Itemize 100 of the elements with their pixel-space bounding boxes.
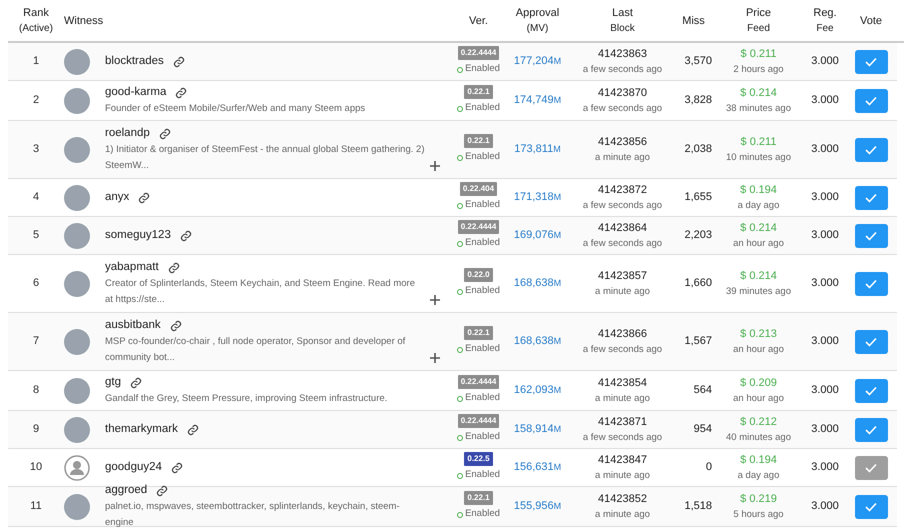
plus-icon[interactable] bbox=[430, 353, 440, 364]
approval-value: 171,318M bbox=[514, 190, 562, 206]
vote-button[interactable] bbox=[854, 272, 888, 296]
price-feed: $ 0.219 bbox=[740, 492, 777, 506]
version-badge: 0.22.0 bbox=[464, 268, 493, 282]
link-icon[interactable] bbox=[172, 56, 185, 68]
vote-button[interactable] bbox=[854, 224, 888, 248]
link-icon[interactable] bbox=[138, 192, 150, 204]
vote-button[interactable] bbox=[854, 138, 888, 162]
rank: 8 bbox=[32, 383, 40, 398]
version-badge: 0.22.5 bbox=[464, 452, 493, 466]
avatar-photo-placeholder bbox=[64, 222, 90, 248]
witness-name[interactable]: goodguy24 bbox=[105, 458, 162, 476]
plus-icon[interactable] bbox=[430, 295, 440, 306]
rank: 9 bbox=[32, 422, 40, 438]
version-badge: 0.22.4444 bbox=[458, 375, 500, 390]
status-label: Enabled bbox=[465, 62, 500, 76]
last-block-time: a minute ago bbox=[595, 468, 650, 482]
last-block-time: a few seconds ago bbox=[582, 102, 662, 116]
witness-name[interactable]: yabapmatt bbox=[105, 258, 159, 276]
witness-name[interactable]: themarkymark bbox=[105, 420, 178, 438]
block-number: 41423871 bbox=[598, 414, 647, 430]
reg-fee: 3.000 bbox=[811, 142, 839, 158]
approval-value: 168,638M bbox=[514, 334, 562, 350]
last-block-time: a few seconds ago bbox=[582, 342, 662, 356]
column-header: Vote bbox=[860, 14, 882, 28]
vote-button[interactable] bbox=[854, 330, 888, 354]
price-feed-time: 38 minutes ago bbox=[726, 102, 791, 116]
block-number: 41423863 bbox=[598, 46, 647, 62]
check-icon bbox=[865, 336, 877, 346]
rank: 6 bbox=[32, 276, 40, 292]
status-label: Enabled bbox=[465, 101, 500, 116]
approval-value: 162,093M bbox=[514, 383, 562, 398]
vote-button[interactable] bbox=[854, 186, 888, 210]
status-label: Enabled bbox=[465, 236, 500, 250]
miss-count: 3,570 bbox=[684, 54, 712, 70]
column-header: Last bbox=[612, 6, 633, 20]
column-subheader: (MV) bbox=[526, 22, 548, 36]
reg-fee: 3.000 bbox=[811, 334, 839, 350]
link-icon[interactable] bbox=[168, 262, 180, 274]
reg-fee: 3.000 bbox=[811, 276, 839, 292]
miss-count: 0 bbox=[706, 460, 712, 476]
miss-count: 1,518 bbox=[684, 499, 712, 514]
witness-name[interactable]: good-karma bbox=[105, 84, 166, 102]
column-header: Price bbox=[746, 6, 772, 20]
witness-description: Founder of eSteem Mobile/Surfer/Web and many Steem apps bbox=[105, 102, 366, 116]
reg-fee: 3.000 bbox=[811, 383, 839, 398]
vote-button[interactable] bbox=[854, 50, 888, 74]
last-block-time: a minute ago bbox=[595, 508, 650, 522]
link-icon[interactable] bbox=[170, 462, 183, 474]
rank: 1 bbox=[32, 54, 40, 70]
link-icon[interactable] bbox=[130, 376, 142, 388]
link-icon[interactable] bbox=[158, 128, 171, 140]
witness-name[interactable]: roelandp bbox=[105, 124, 150, 142]
vote-button[interactable] bbox=[854, 418, 888, 442]
approval-value: 173,811M bbox=[514, 142, 561, 158]
vote-button[interactable] bbox=[854, 456, 888, 480]
witness-name[interactable]: anyx bbox=[105, 188, 130, 206]
rank: 4 bbox=[32, 190, 40, 206]
witness-description: Creator of Splinterlands, Steem Keychain, and Steem Engine. Read more at https://ste... bbox=[105, 277, 416, 308]
vote-button[interactable] bbox=[854, 88, 888, 112]
witness-name[interactable]: someguy123 bbox=[105, 226, 171, 244]
check-icon bbox=[865, 144, 877, 154]
price-feed: $ 0.209 bbox=[740, 376, 777, 390]
witness-name[interactable]: ausbitbank bbox=[105, 316, 161, 334]
link-icon[interactable] bbox=[186, 424, 199, 436]
witness-description: Gandalf the Grey, Steem Pressure, improving Steem infrastructure. bbox=[105, 392, 388, 406]
miss-count: 564 bbox=[694, 383, 712, 398]
price-feed-time: 39 minutes ago bbox=[726, 284, 791, 298]
miss-count: 3,828 bbox=[684, 93, 712, 108]
link-icon[interactable] bbox=[156, 484, 168, 496]
price-feed-time: an hour ago bbox=[733, 342, 784, 356]
reg-fee: 3.000 bbox=[811, 460, 839, 476]
link-icon[interactable] bbox=[175, 86, 188, 98]
plus-icon[interactable] bbox=[430, 161, 440, 172]
price-feed: $ 0.213 bbox=[740, 326, 777, 342]
price-feed-time: 40 minutes ago bbox=[726, 430, 791, 444]
price-feed: $ 0.214 bbox=[740, 86, 777, 100]
check-icon bbox=[865, 192, 877, 202]
avatar-photo-placeholder bbox=[64, 270, 90, 296]
approval-value: 168,638M bbox=[514, 276, 562, 292]
check-icon bbox=[865, 424, 877, 434]
miss-count: 2,203 bbox=[684, 228, 712, 244]
version-badge: 0.22.1 bbox=[464, 326, 493, 340]
witness-name[interactable]: aggroed bbox=[105, 482, 148, 500]
column-subheader: Feed bbox=[747, 22, 770, 36]
last-block-time: a minute ago bbox=[595, 150, 650, 164]
vote-button[interactable] bbox=[854, 378, 888, 402]
check-icon bbox=[865, 230, 877, 240]
column-header: Rank bbox=[23, 6, 49, 20]
approval-value: 174,749M bbox=[514, 93, 562, 108]
column-subheader: Block bbox=[610, 22, 635, 36]
vote-button[interactable] bbox=[854, 494, 888, 518]
approval-value: 158,914M bbox=[514, 422, 562, 438]
link-icon[interactable] bbox=[170, 320, 182, 332]
check-icon bbox=[865, 462, 877, 472]
witness-name[interactable]: gtg bbox=[105, 374, 121, 392]
witness-name[interactable]: blocktrades bbox=[105, 52, 164, 70]
block-number: 41423856 bbox=[598, 134, 647, 150]
link-icon[interactable] bbox=[180, 230, 192, 242]
